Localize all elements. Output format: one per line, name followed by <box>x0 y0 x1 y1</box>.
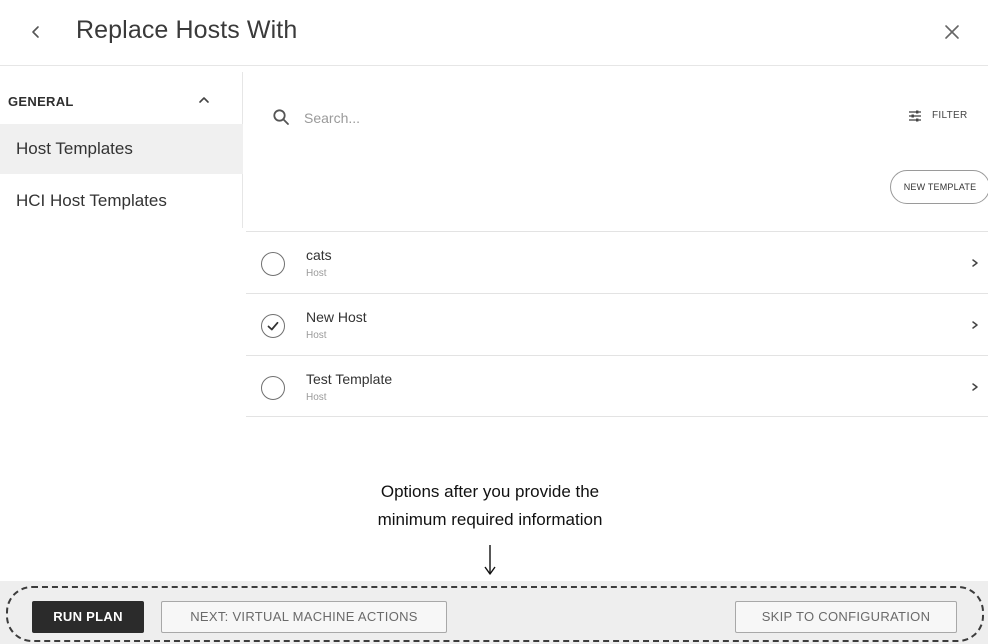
radio-button[interactable] <box>261 376 285 400</box>
radio-button[interactable] <box>261 314 285 338</box>
sidebar-group-label: GENERAL <box>8 94 74 109</box>
list-item[interactable]: cats Host <box>246 231 988 293</box>
sidebar-item-hci-host-templates[interactable]: HCI Host Templates <box>0 176 243 226</box>
arrow-down-icon <box>484 545 496 575</box>
chevron-left-icon <box>32 26 39 38</box>
annotation-line-1: Options after you provide the <box>380 482 600 501</box>
new-template-button[interactable]: NEW TEMPLATE <box>890 170 988 204</box>
template-name: Test Template <box>306 371 393 387</box>
radio-button[interactable] <box>261 252 285 276</box>
list-item[interactable]: New Host Host <box>246 293 988 355</box>
template-type: Host <box>306 392 327 403</box>
template-name: New Host <box>306 309 367 325</box>
annotation-line-2: minimum required information <box>377 510 603 529</box>
template-name: cats <box>306 247 332 263</box>
search-input[interactable] <box>304 106 824 130</box>
next-virtual-machine-actions-button[interactable]: NEXT: VIRTUAL MACHINE ACTIONS <box>161 601 447 633</box>
sidebar: GENERAL Host Templates HCI Host Template… <box>0 72 243 228</box>
annotation-callout: Options after you provide the minimum re… <box>330 478 650 534</box>
sidebar-item-label: HCI Host Templates <box>16 191 167 210</box>
template-type: Host <box>306 330 327 341</box>
close-button[interactable] <box>940 20 964 44</box>
checkmark-icon <box>267 321 279 331</box>
close-icon <box>945 25 959 39</box>
chevron-right-icon <box>972 321 978 329</box>
template-list: cats Host New Host Host Test Template Ho… <box>246 231 988 417</box>
filter-button[interactable]: FILTER <box>908 106 980 128</box>
chevron-right-icon <box>972 259 978 267</box>
run-plan-button[interactable]: RUN PLAN <box>32 601 144 633</box>
filter-label: FILTER <box>932 110 968 121</box>
back-button[interactable] <box>26 20 46 44</box>
dialog-header: Replace Hosts With <box>0 0 988 66</box>
sidebar-item-label: Host Templates <box>16 139 133 158</box>
search-icon <box>273 109 289 125</box>
list-item[interactable]: Test Template Host <box>246 355 988 417</box>
skip-to-configuration-button[interactable]: SKIP TO CONFIGURATION <box>735 601 957 633</box>
sidebar-item-host-templates[interactable]: Host Templates <box>0 124 243 174</box>
template-type: Host <box>306 268 327 279</box>
sidebar-group-general[interactable]: GENERAL <box>0 72 243 124</box>
chevron-up-icon <box>199 97 209 103</box>
filter-sliders-icon <box>909 110 921 122</box>
chevron-right-icon <box>972 383 978 391</box>
page-title: Replace Hosts With <box>76 16 298 44</box>
